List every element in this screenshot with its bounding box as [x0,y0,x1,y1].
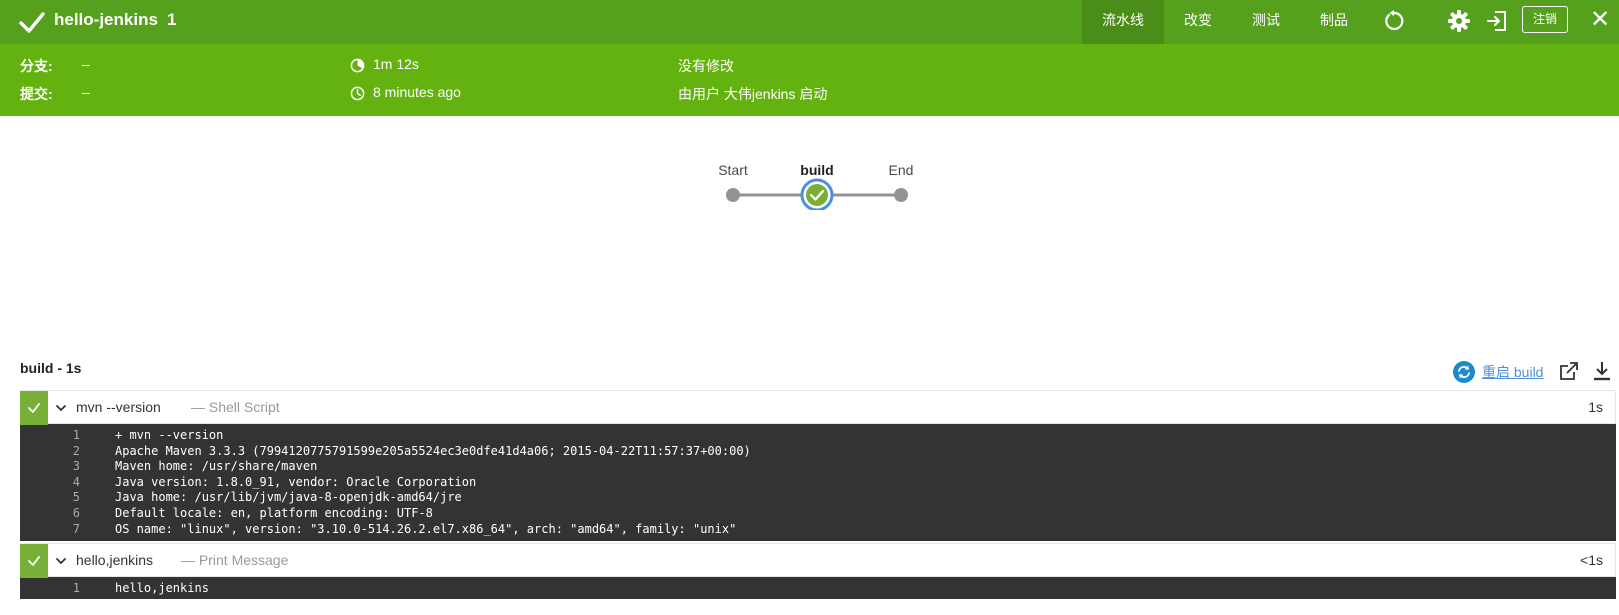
line-text: Apache Maven 3.3.3 (7994120775791599e205… [115,443,751,458]
step-status-success [20,544,48,578]
line-text: + mvn --version [115,428,224,442]
stage-label-build[interactable]: build [777,162,857,178]
log-line: 2 Apache Maven 3.3.3 (7994120775791599e20… [20,444,1616,460]
log-line: 4 Java version: 1.8.0_91, vendor: Oracle … [20,475,1616,491]
clock-icon [350,86,365,101]
line-text: hello,jenkins [115,581,209,595]
job-title[interactable]: hello-jenkins [54,10,158,30]
download-icon[interactable] [1591,360,1613,382]
line-text: Java home: /usr/lib/jvm/java-8-openjdk-a… [115,490,462,505]
changes-text: 没有修改 [678,58,734,74]
line-number[interactable]: 5 [50,490,80,506]
line-number[interactable]: 1 [50,581,80,597]
step-type: — Shell Script [191,399,280,415]
line-text: Java version: 1.8.0_91, vendor: Oracle C… [115,474,477,489]
step-duration: <1s [1580,552,1603,568]
pipeline-track [726,178,908,210]
run-summary: 分支: – 提交: – 1m 12s 8 minutes ago 没有修改 由用… [0,44,1619,116]
check-icon [28,403,40,413]
log-line: 3 Maven home: /usr/share/maven [20,459,1616,475]
run-started: 8 minutes ago [373,84,461,100]
log-output: 1 hello,jenkins [20,577,1616,599]
check-icon [28,556,40,566]
log-line: 7 OS name: "linux", version: "3.10.0-514.… [20,522,1616,538]
tab-pipeline[interactable]: 流水线 [1082,0,1164,44]
log-line: 6 Default locale: en, platform encoding: … [20,506,1616,522]
run-duration: 1m 12s [373,56,419,72]
line-text: Maven home: /usr/share/maven [115,459,318,474]
branch-label: 分支: [20,58,53,74]
step-status-success [20,391,48,425]
commit-label: 提交: [20,86,53,102]
restart-stage-button[interactable]: 重启 build [1452,360,1543,384]
log-step-print: hello,jenkins — Print Message <1s 1 hello… [20,543,1616,599]
line-number[interactable]: 2 [50,444,80,460]
line-number[interactable]: 4 [50,475,80,491]
step-row[interactable]: hello,jenkins — Print Message <1s [20,543,1616,578]
tab-changes[interactable]: 改变 [1164,0,1232,44]
step-name: mvn --version [76,399,161,415]
close-icon[interactable]: ✕ [1590,8,1610,32]
run-number: 1 [167,10,177,29]
tab-bar: 流水线 改变 测试 制品 [1082,0,1368,44]
line-number[interactable]: 3 [50,459,80,475]
top-bar: hello-jenkins 1 流水线 改变 测试 制品 注销 ✕ [0,0,1619,44]
step-duration: 1s [1588,399,1603,415]
chevron-down-icon[interactable] [54,554,68,568]
branch-value: – [82,56,90,72]
stage-label-start: Start [718,162,748,178]
restart-stage-label[interactable]: 重启 build [1482,362,1543,382]
line-text: Default locale: en, platform encoding: U… [115,505,433,520]
line-text: OS name: "linux", version: "3.10.0-514.2… [115,521,737,536]
stage-node-start [726,188,740,202]
log-step-mvn: mvn --version — Shell Script 1s 1 + mvn -… [20,390,1616,542]
log-line: 5 Java home: /usr/lib/jvm/java-8-openjdk-… [20,490,1616,506]
stage-node-end [894,188,908,202]
started-by-text: 由用户 大伟jenkins 启动 [678,86,828,102]
check-icon [19,12,45,33]
refresh-icon [1453,361,1475,383]
commit-value: – [82,84,90,100]
exit-icon[interactable] [1485,9,1509,33]
log-line: 1 hello,jenkins [20,581,1616,597]
logout-button[interactable]: 注销 [1522,6,1568,33]
stage-label-end: End [888,162,914,178]
timer-icon [350,58,365,73]
line-number[interactable]: 6 [50,506,80,522]
open-external-icon[interactable] [1558,360,1580,382]
step-name: hello,jenkins [76,552,154,568]
selected-stage-title: build - 1s [20,360,82,376]
line-number[interactable]: 7 [50,522,80,538]
line-number[interactable]: 1 [50,428,80,444]
step-type: — Print Message [181,552,289,568]
log-output: 1 + mvn --version 2 Apache Maven 3.3.3 (79… [20,424,1616,542]
replay-icon[interactable] [1382,9,1406,33]
tab-artifacts[interactable]: 制品 [1300,0,1368,44]
step-row[interactable]: mvn --version — Shell Script 1s [20,390,1616,425]
gear-icon[interactable] [1447,9,1471,33]
tab-tests[interactable]: 测试 [1232,0,1300,44]
chevron-down-icon[interactable] [54,401,68,415]
log-line: 1 + mvn --version [20,428,1616,444]
